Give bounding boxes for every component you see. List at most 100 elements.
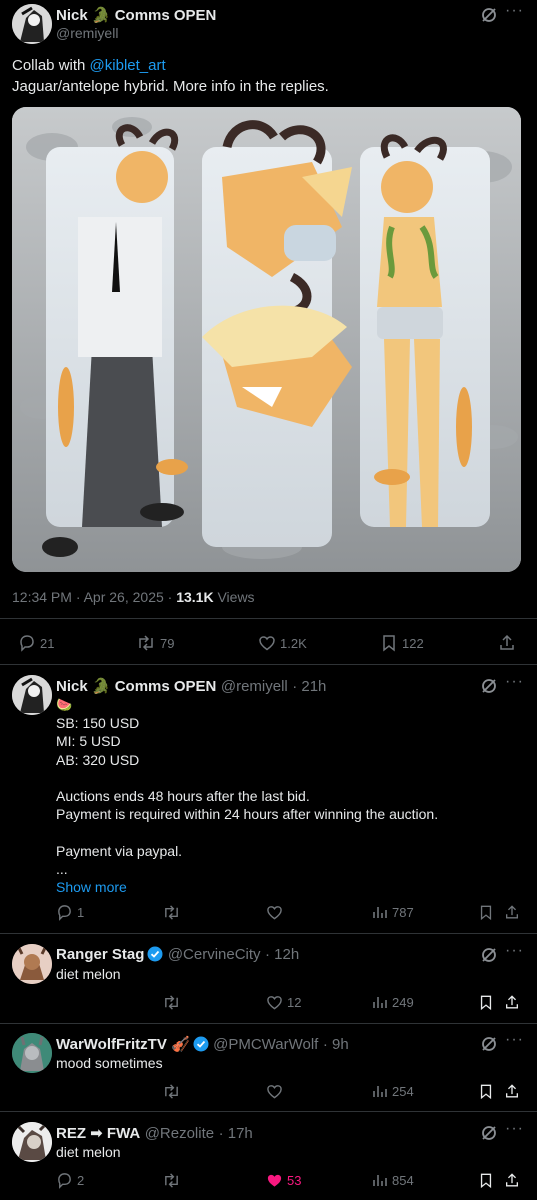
verified-badge-icon: [147, 946, 163, 962]
repost-button[interactable]: 79: [136, 634, 174, 652]
grok-icon[interactable]: [480, 1124, 498, 1142]
author-name[interactable]: Nick 🐊 Comms OPEN: [56, 678, 216, 695]
share-icon: [504, 1172, 520, 1189]
views-button[interactable]: 249: [372, 994, 414, 1010]
post-time[interactable]: · 21h: [292, 678, 326, 695]
bookmark-button[interactable]: [478, 1172, 494, 1189]
bookmark-button[interactable]: [478, 1083, 494, 1100]
repost-count: 79: [160, 635, 175, 651]
like-button[interactable]: 12: [266, 994, 301, 1011]
repost-button[interactable]: [162, 994, 181, 1011]
timestamp-text[interactable]: 12:34 PM · Apr 26, 2025 ·: [12, 589, 176, 605]
share-icon: [504, 904, 520, 921]
bookmark-button[interactable]: [478, 994, 494, 1011]
reply-icon: [18, 634, 36, 652]
post-text-prefix: Collab with: [12, 57, 90, 74]
heart-filled-icon: [266, 1172, 283, 1189]
bookmark-icon: [478, 1172, 494, 1189]
post-time[interactable]: · 12h: [265, 946, 299, 963]
divider: [0, 933, 537, 934]
bookmark-button[interactable]: 122: [380, 634, 424, 652]
heart-icon: [266, 1083, 283, 1100]
author-handle[interactable]: @remiyell: [56, 25, 118, 41]
text-line: MI: 5 USD: [56, 733, 121, 750]
share-icon: [504, 1083, 520, 1100]
verified-badge-icon: [193, 1036, 209, 1052]
more-icon[interactable]: ···: [505, 673, 524, 691]
text-line: Payment is required within 24 hours afte…: [56, 806, 439, 823]
author-handle[interactable]: @PMCWarWolf: [213, 1036, 318, 1053]
like-button[interactable]: 1.2K: [258, 634, 307, 652]
post-text-line2: Jaguar/antelope hybrid. More info in the…: [12, 78, 329, 95]
reply-button[interactable]: 21: [18, 634, 54, 652]
analytics-icon: [372, 904, 388, 920]
bookmark-icon: [478, 1083, 494, 1100]
share-button[interactable]: [504, 904, 520, 921]
author-handle[interactable]: @CervineCity: [168, 946, 261, 963]
repost-button[interactable]: [162, 1172, 181, 1189]
reply-button[interactable]: 2: [56, 1172, 84, 1189]
author-handle[interactable]: @Rezolite: [145, 1125, 214, 1142]
grok-icon[interactable]: [480, 1035, 498, 1053]
reply-text: diet melon: [56, 1144, 121, 1160]
reply-icon: [56, 904, 73, 921]
views-count: 13.1K: [176, 589, 214, 605]
more-icon[interactable]: ···: [505, 1031, 524, 1049]
grok-icon[interactable]: [480, 946, 498, 964]
show-more-link[interactable]: Show more: [56, 878, 526, 896]
repost-icon: [162, 1083, 181, 1100]
bookmark-icon: [478, 904, 494, 921]
bookmark-button[interactable]: [478, 904, 494, 921]
avatar[interactable]: [12, 675, 52, 715]
reply-text: mood sometimes: [56, 1055, 163, 1071]
text-line: ...: [56, 860, 68, 877]
analytics-icon: [372, 994, 388, 1010]
like-count: 53: [287, 1173, 302, 1188]
views-button[interactable]: 854: [372, 1172, 414, 1188]
avatar[interactable]: [12, 1033, 52, 1073]
views-button[interactable]: 787: [372, 904, 414, 920]
author-handle[interactable]: @remiyell: [221, 678, 288, 695]
share-icon: [498, 634, 516, 652]
repost-button[interactable]: [162, 904, 181, 921]
avatar[interactable]: [12, 944, 52, 984]
avatar[interactable]: [12, 1122, 52, 1162]
avatar[interactable]: [12, 4, 52, 44]
more-icon[interactable]: ···: [505, 1120, 524, 1138]
share-button[interactable]: [498, 634, 516, 652]
share-button[interactable]: [504, 1083, 520, 1100]
view-count: 249: [392, 994, 414, 1010]
text-line: Payment via paypal.: [56, 842, 183, 859]
view-count: 254: [392, 1083, 414, 1099]
more-icon[interactable]: ···: [505, 2, 524, 20]
author-name[interactable]: Nick 🐊 Comms OPEN: [56, 6, 216, 24]
divider: [0, 1111, 537, 1112]
post-image[interactable]: [12, 107, 521, 572]
like-button[interactable]: [266, 1083, 283, 1100]
mention-link[interactable]: @kiblet_art: [90, 57, 166, 74]
repost-button[interactable]: [162, 1083, 181, 1100]
author-name[interactable]: WarWolfFritzTV 🎻: [56, 1036, 190, 1053]
reply-header: WarWolfFritzTV 🎻 @PMCWarWolf · 9h: [56, 1035, 349, 1054]
reply-count: 21: [40, 635, 55, 651]
reply-header: Ranger Stag @CervineCity · 12h: [56, 946, 299, 964]
post-time[interactable]: · 17h: [219, 1125, 253, 1142]
grok-icon[interactable]: [480, 677, 498, 695]
share-button[interactable]: [504, 994, 520, 1011]
post-time[interactable]: · 9h: [323, 1036, 349, 1053]
reply-button[interactable]: 1: [56, 904, 84, 921]
like-button[interactable]: [266, 904, 283, 921]
like-button[interactable]: 53: [266, 1172, 301, 1189]
heart-icon: [266, 904, 283, 921]
views-button[interactable]: 254: [372, 1083, 414, 1099]
author-name[interactable]: Ranger Stag: [56, 946, 144, 963]
author-name[interactable]: REZ ➡ FWA: [56, 1125, 140, 1142]
analytics-icon: [372, 1172, 388, 1188]
more-icon[interactable]: ···: [505, 942, 524, 960]
divider: [0, 618, 537, 619]
share-button[interactable]: [504, 1172, 520, 1189]
analytics-icon: [372, 1083, 388, 1099]
divider: [0, 1023, 537, 1024]
grok-icon[interactable]: [480, 6, 498, 24]
